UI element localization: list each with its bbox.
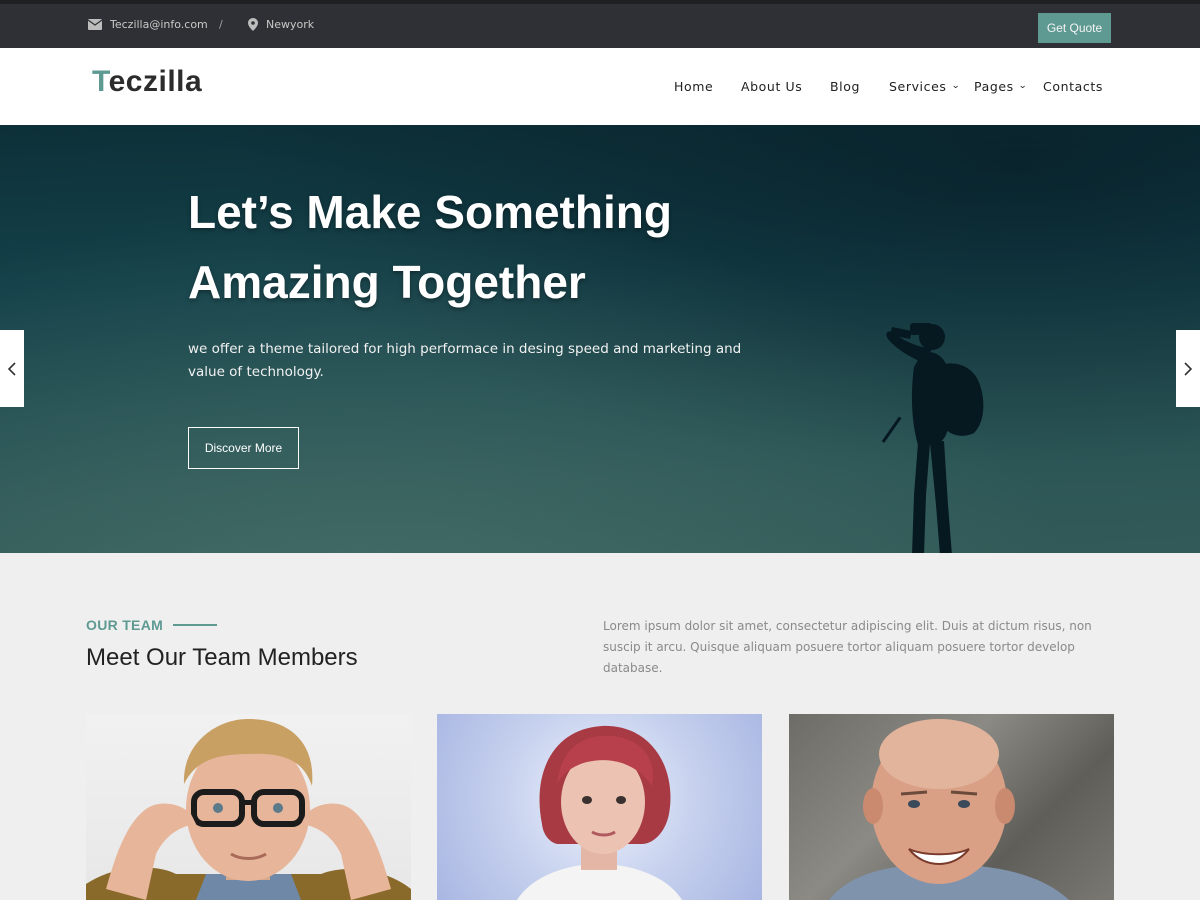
chevron-down-icon: ⌄ — [1017, 81, 1028, 91]
main-header: Teczilla Home About Us Blog Services ⌄ Pa… — [0, 48, 1200, 125]
discover-more-button[interactable]: Discover More — [188, 427, 299, 469]
team-description: Lorem ipsum dolor sit amet, consectetur … — [603, 619, 1092, 675]
location-text: Newyork — [266, 17, 315, 31]
nav-label: Services — [889, 78, 947, 94]
nav-label: Home — [674, 78, 714, 94]
team-eyebrow: OUR TEAM — [86, 617, 218, 633]
hero-title-line-2: Amazing Together — [188, 256, 586, 308]
logo-text: eczilla — [108, 65, 203, 98]
team-member-photo — [829, 719, 1069, 900]
nav-label: Pages — [974, 78, 1014, 94]
eyebrow-label: OUR TEAM — [86, 617, 164, 633]
team-member-card[interactable] — [789, 714, 1114, 900]
top-bar: Teczilla@info.com / Newyork Get Quote — [0, 0, 1200, 48]
site-logo[interactable]: Teczilla — [92, 65, 202, 99]
team-member-photo — [517, 725, 682, 900]
hero-title-line-1: Let’s Make Something — [188, 186, 672, 238]
map-pin-icon — [248, 17, 258, 31]
nav-item-blog[interactable]: Blog — [830, 76, 860, 96]
get-quote-button[interactable]: Get Quote — [1038, 13, 1111, 43]
topbar-separator: / — [219, 17, 223, 31]
nav-item-about-us[interactable]: About Us — [741, 76, 802, 96]
eyebrow-divider — [173, 624, 218, 626]
email-text: Teczilla@info.com — [110, 17, 208, 31]
nav-item-pages[interactable]: Pages ⌄ — [974, 76, 1027, 96]
team-member-photo — [86, 719, 411, 900]
nav-item-contacts[interactable]: Contacts — [1043, 76, 1103, 96]
chevron-left-icon — [8, 361, 16, 376]
nav-label: Blog — [830, 78, 861, 94]
nav-item-services[interactable]: Services ⌄ — [889, 76, 960, 96]
slider-next-button[interactable] — [1176, 330, 1200, 407]
hiker-silhouette-image — [881, 323, 984, 553]
slider-prev-button[interactable] — [0, 330, 24, 407]
chevron-right-icon — [1184, 361, 1192, 376]
chevron-down-icon: ⌄ — [950, 81, 961, 91]
nav-label: Contacts — [1043, 78, 1103, 94]
logo-accent-letter: T — [92, 65, 109, 98]
contact-location: Newyork — [248, 14, 314, 34]
envelope-icon — [88, 18, 102, 30]
nav-label: About Us — [741, 78, 803, 94]
team-member-card[interactable] — [437, 714, 762, 900]
team-member-card[interactable] — [86, 714, 411, 900]
contact-email[interactable]: Teczilla@info.com — [88, 14, 208, 34]
hero-slider: Let’s Make Something Amazing Together we… — [0, 125, 1200, 553]
hero-subtitle: we offer a theme tailored for high perfo… — [188, 341, 742, 380]
team-heading: Meet Our Team Members — [86, 644, 358, 671]
nav-item-home[interactable]: Home — [674, 76, 713, 96]
